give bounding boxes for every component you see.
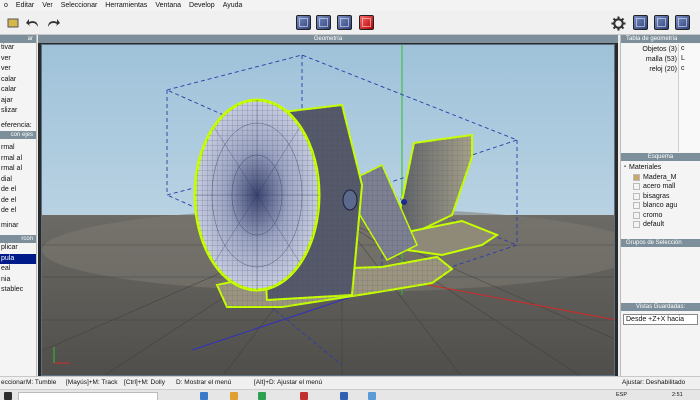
- tool-item[interactable]: de el: [0, 196, 36, 207]
- tool-item[interactable]: plicar: [0, 243, 36, 254]
- menu-help[interactable]: Ayuda: [219, 2, 247, 9]
- tool-item[interactable]: ajar: [0, 96, 36, 107]
- plugin-icon[interactable]: [4, 14, 22, 32]
- undo-icon[interactable]: [24, 14, 42, 32]
- material-swatch-icon: [633, 173, 640, 181]
- tool-item[interactable]: nia: [0, 275, 36, 286]
- material-item[interactable]: cromo: [621, 211, 700, 221]
- panel-header: rcon: [0, 235, 36, 243]
- reference-label: eferencia:: [1, 121, 32, 129]
- cube-view-icon[interactable]: [296, 15, 311, 30]
- material-swatch-icon: [633, 211, 640, 219]
- collapse-icon[interactable]: ▪: [621, 163, 629, 173]
- taskbar-search[interactable]: [18, 392, 158, 400]
- cube-wire-icon[interactable]: [337, 15, 352, 30]
- geometry-table-header: Tabla de geometría: [621, 35, 700, 43]
- cube-icon[interactable]: [633, 15, 648, 30]
- cube-icon[interactable]: [654, 15, 669, 30]
- material-item[interactable]: blanco agu: [621, 201, 700, 211]
- toolbar: [0, 11, 700, 35]
- material-swatch-icon: [633, 202, 640, 210]
- left-tool-panel: ar tivar ver ver calar calar ajar slizar…: [0, 35, 37, 376]
- cube-shaded-icon[interactable]: [316, 15, 331, 30]
- status-hint: eccionar: [1, 379, 26, 386]
- saved-views-header: Vistas Guardadas:: [621, 303, 700, 311]
- cube-icon[interactable]: [675, 15, 690, 30]
- clock[interactable]: 2:51: [672, 390, 683, 400]
- tool-item[interactable]: ver: [0, 64, 36, 75]
- gear-icon[interactable]: [609, 14, 627, 32]
- cube-active-icon[interactable]: [359, 15, 374, 30]
- geometry-side-list: c L c: [678, 44, 700, 152]
- right-panel: Tabla de geometría Objetos (3) malla (53…: [620, 35, 700, 376]
- os-taskbar: ESP 2:51: [0, 389, 700, 400]
- viewport-panel: Geometría: [38, 35, 618, 376]
- menu-window[interactable]: Ventana: [151, 2, 185, 9]
- tool-item[interactable]: calar: [0, 85, 36, 96]
- tool-item[interactable]: rmal al: [0, 164, 36, 175]
- app-icon[interactable]: [368, 392, 376, 400]
- tool-item[interactable]: de el: [0, 185, 36, 196]
- status-hint: D: Mostrar el menú: [176, 379, 232, 386]
- tool-item[interactable]: slizar: [0, 106, 36, 117]
- viewport-title: Geometría: [38, 35, 618, 43]
- geometry-row[interactable]: Objetos (3): [623, 45, 679, 55]
- 3d-viewport[interactable]: [41, 44, 615, 376]
- menu-tools[interactable]: Herramientas: [101, 2, 151, 9]
- material-item[interactable]: bisagras: [621, 192, 700, 202]
- tool-item[interactable]: calar: [0, 75, 36, 86]
- menu-select[interactable]: Seleccionar: [57, 2, 102, 9]
- saved-view-select[interactable]: Desde +Z+X hacia: [623, 314, 698, 325]
- selection-groups-header: Grupos de Selección: [621, 239, 700, 247]
- app-icon[interactable]: [200, 392, 208, 400]
- tool-item[interactable]: de el: [0, 206, 36, 217]
- language-indicator[interactable]: ESP: [616, 390, 627, 400]
- schema-header: Esquema: [621, 153, 700, 161]
- tool-item[interactable]: minar: [0, 221, 36, 232]
- status-bar: eccionar M: Tumble [Mayús]+M: Track [Ctr…: [0, 376, 700, 389]
- folder-icon[interactable]: [230, 392, 238, 400]
- material-swatch-icon: [633, 221, 640, 229]
- menu-file[interactable]: o: [0, 2, 12, 9]
- selection-groups-list[interactable]: [621, 247, 700, 303]
- geometry-side-item[interactable]: c: [679, 44, 700, 54]
- snap-status: Ajustar: Deshabilitado: [622, 379, 686, 386]
- tool-item[interactable]: tivar: [0, 43, 36, 54]
- tool-item[interactable]: stablec: [0, 285, 36, 296]
- menu-view[interactable]: Ver: [38, 2, 57, 9]
- material-item[interactable]: default: [621, 220, 700, 230]
- geometry-side-item[interactable]: c: [679, 64, 700, 74]
- app-icon[interactable]: [258, 392, 266, 400]
- panel-header: ar: [0, 35, 36, 43]
- geometry-side-item[interactable]: L: [679, 54, 700, 64]
- tool-item[interactable]: ver: [0, 54, 36, 65]
- tool-item[interactable]: rmal: [0, 143, 36, 154]
- panel-header: con ejes: [0, 131, 36, 139]
- tool-item[interactable]: rmal al: [0, 154, 36, 165]
- status-hint: [Mayús]+M: Track: [66, 379, 118, 386]
- material-item[interactable]: acero mall: [621, 182, 700, 192]
- menu-develop[interactable]: Develop: [185, 2, 219, 9]
- geometry-row[interactable]: reloj (20): [623, 65, 679, 75]
- start-icon[interactable]: [4, 392, 12, 400]
- material-item[interactable]: Madera_M: [621, 173, 700, 183]
- tool-item[interactable]: dial: [0, 175, 36, 186]
- materials-tree: ▪ Materiales Madera_M acero mall bisagra…: [621, 161, 700, 239]
- menu-edit[interactable]: Editar: [12, 2, 38, 9]
- app-icon[interactable]: [300, 392, 308, 400]
- tool-item[interactable]: eal: [0, 264, 36, 275]
- app-icon[interactable]: [340, 392, 348, 400]
- geometry-row[interactable]: malla (53): [623, 55, 679, 65]
- menu-bar: o Editar Ver Seleccionar Herramientas Ve…: [0, 0, 700, 11]
- tool-item-selected[interactable]: pula: [0, 253, 36, 264]
- status-hint: [Alt]+D: Ajustar el menú: [254, 379, 323, 386]
- materials-node[interactable]: ▪ Materiales: [621, 163, 700, 173]
- material-swatch-icon: [633, 192, 640, 200]
- status-hint: [Ctrl]+M: Dolly: [124, 379, 165, 386]
- status-hint: M: Tumble: [26, 379, 57, 386]
- material-swatch-icon: [633, 183, 640, 191]
- redo-icon[interactable]: [44, 14, 62, 32]
- geometry-table: Objetos (3) malla (53) reloj (20) c L c: [621, 43, 700, 153]
